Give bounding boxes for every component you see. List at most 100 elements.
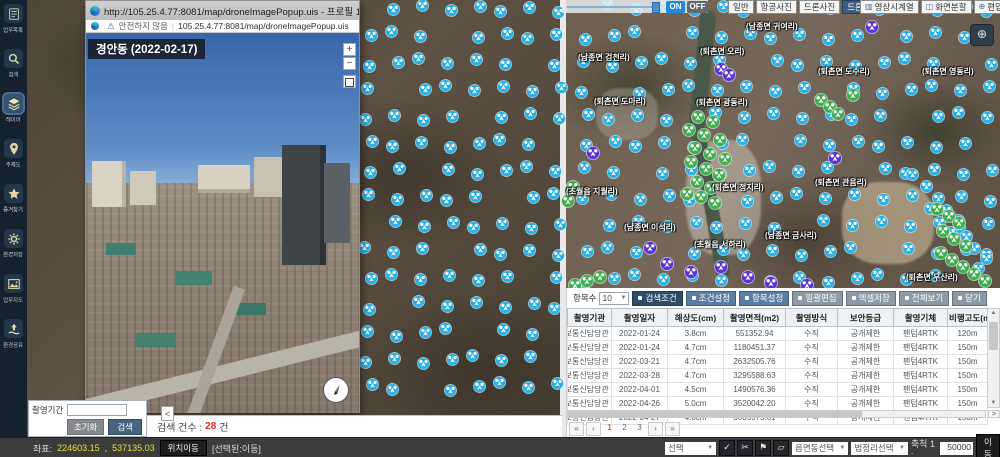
panel-collapse-button[interactable]: < <box>161 406 174 421</box>
opacity-slider-handle[interactable] <box>652 2 660 13</box>
pager-nav[interactable]: ‹ <box>586 422 601 436</box>
fullscreen-button[interactable] <box>343 75 356 88</box>
sidebar-item-5[interactable]: 즐겨찾기 <box>0 180 27 225</box>
sidebar-item-8[interactable]: 환경공유 <box>0 315 27 360</box>
map-place-label: (퇴촌면 도마리) <box>594 96 646 107</box>
table-button-항목설정[interactable]: 항목설정 <box>739 291 789 306</box>
select-dropdown[interactable]: 선택▼ <box>665 442 716 455</box>
table-row[interactable]: 정보통신담당관2022-04-265.0cm3520042.20수직공개제한팬텀… <box>568 397 988 411</box>
map-tool-화면분할[interactable]: ◫화면분할 <box>921 0 972 14</box>
address-bar[interactable]: ⚠ 안전하지 않음 | 105.25.4.77:8081/map/droneIm… <box>86 20 359 33</box>
table-row[interactable]: 정보통신담당관2022-03-214.7cm2632505.76수직공개제한팬텀… <box>568 355 988 369</box>
table-cell: 4.7cm <box>668 341 724 355</box>
column-header[interactable]: 비행고도(m) <box>948 309 988 327</box>
scale-input[interactable]: 50000 <box>940 442 973 455</box>
map-mode-항공사진[interactable]: 항공사진 <box>756 0 797 14</box>
sidebar-item-3[interactable]: 레이어 <box>0 90 27 135</box>
opacity-slider[interactable] <box>567 6 655 8</box>
table-button-일괄편집[interactable]: 일괄편집 <box>792 291 842 306</box>
table-cell: 정보통신담당관 <box>568 369 612 383</box>
column-header[interactable]: 촬영기체 <box>894 309 948 327</box>
table-cell: 3295588.63 <box>724 369 786 383</box>
horizontal-scroll-thumb[interactable] <box>568 411 862 417</box>
popup-title-bar[interactable]: http://105.25.4.77:8081/map/droneImagePo… <box>86 1 359 20</box>
polygon-icon[interactable]: ▱ <box>773 440 789 456</box>
drone-image-popup-window[interactable]: http://105.25.4.77:8081/map/droneImagePo… <box>85 0 360 413</box>
sidebar-item-label: 검색 <box>9 70 19 78</box>
map-place-label: (남종면 검천리) <box>578 52 630 63</box>
column-header[interactable]: 해상도(cm) <box>668 309 724 327</box>
table-row[interactable]: 정보통신담당관2022-04-014.5cm1490576.36수직공개제한팬텀… <box>568 383 988 397</box>
zoom-out-button[interactable]: − <box>343 57 356 70</box>
security-warning[interactable]: 안전하지 않음 <box>119 20 168 32</box>
check-icon[interactable]: ✓ <box>719 440 735 456</box>
page-3[interactable]: 3 <box>633 422 646 434</box>
map-mode-일반[interactable]: 일반 <box>728 0 754 14</box>
table-cell: 수직 <box>786 327 838 341</box>
column-header[interactable]: 촬영기관 <box>568 309 612 327</box>
table-button-닫기[interactable]: 닫기 <box>952 291 987 306</box>
page-1[interactable]: 1 <box>603 422 616 434</box>
map-tool-편입토지[interactable]: ⊕편입토지 <box>974 0 1000 14</box>
zoom-in-button[interactable]: + <box>343 43 356 56</box>
layer-on-button[interactable]: ON <box>666 1 685 13</box>
split-screen-icon: ◫ <box>926 1 934 13</box>
table-button-엑셀저장[interactable]: 엑셀저장 <box>846 291 896 306</box>
pager-nav[interactable]: › <box>648 422 663 436</box>
column-header[interactable]: 촬영면적(m2) <box>724 309 786 327</box>
vertical-scroll-thumb[interactable] <box>989 322 998 350</box>
table-row[interactable]: 정보통신담당관2022-01-243.8cm551352.94수직공개제한팬텀4… <box>568 327 988 341</box>
sidebar-item-4[interactable]: 주제도 <box>0 135 27 180</box>
layer-off-button[interactable]: OFF <box>687 1 708 13</box>
table-row[interactable]: 정보통신담당관2022-01-244.7cm1180451.37수직공개제한팬텀… <box>568 341 988 355</box>
column-header[interactable]: 보안등급 <box>838 309 894 327</box>
table-button-검색조건[interactable]: 검색조건 <box>632 291 682 306</box>
table-button-조건설정[interactable]: 조건설정 <box>686 291 736 306</box>
flag-icon[interactable]: ⚑ <box>755 440 771 456</box>
table-cell: 1490576.36 <box>724 383 786 397</box>
sidebar-item-6[interactable]: 환경저장 <box>0 225 27 270</box>
table-header-row: 촬영기관촬영일자해상도(cm)촬영면적(m2)촬영방식보안등급촬영기체비행고도(… <box>568 309 988 327</box>
period-input[interactable] <box>67 404 127 416</box>
column-header[interactable]: 촬영일자 <box>612 309 668 327</box>
table-cell: 551352.94 <box>724 327 786 341</box>
pager-nav[interactable]: « <box>569 422 584 436</box>
table-cell: 팬텀4RTK <box>894 327 948 341</box>
vertical-scrollbar[interactable]: ▲ ▼ <box>987 308 1000 408</box>
page-2[interactable]: 2 <box>618 422 631 434</box>
search-button[interactable]: 검색 <box>108 419 142 435</box>
scroll-right-button[interactable]: > <box>988 410 1000 418</box>
sidebar-item-1[interactable]: 업무목록 <box>0 0 27 45</box>
table-cell: 공개제한 <box>838 369 894 383</box>
table-row[interactable]: 정보통신담당관2022-03-284.7cm3295588.63수직공개제한팬텀… <box>568 369 988 383</box>
reset-button[interactable]: 초기화 <box>67 419 104 435</box>
table-cell: 2022-03-21 <box>612 355 668 369</box>
pager-nav[interactable]: » <box>665 422 680 436</box>
sidebar-item-7[interactable]: 업무지도 <box>0 270 27 315</box>
map-place-label: (남종면 귀여리) <box>746 21 798 32</box>
url-text[interactable]: 105.25.4.77:8081/map/droneImagePopup.uis <box>178 21 349 31</box>
teal-roof <box>176 271 212 285</box>
map-mode-드론사진[interactable]: 드론사진 <box>799 0 840 14</box>
compass-control[interactable] <box>323 377 349 403</box>
horizontal-scrollbar[interactable] <box>567 410 986 418</box>
column-header[interactable]: 촬영방식 <box>786 309 838 327</box>
scroll-up-icon[interactable]: ▲ <box>988 310 999 316</box>
map-place-label: (초월읍 서하리) <box>694 239 746 250</box>
scroll-down-icon[interactable]: ▼ <box>988 400 999 406</box>
photo-table[interactable]: 촬영기관촬영일자해상도(cm)촬영면적(m2)촬영방식보안등급촬영기체비행고도(… <box>567 308 988 425</box>
go-button[interactable]: 이동 <box>976 434 1000 457</box>
favorites-icon <box>4 184 23 203</box>
emd-select-dropdown[interactable]: 읍면동선택▼ <box>792 442 848 455</box>
item-count-select[interactable]: 10▼ <box>599 292 629 305</box>
bullet-icon <box>638 296 642 300</box>
table-button-전체보기[interactable]: 전체보기 <box>899 291 949 306</box>
map-tool-영상시계열[interactable]: ▥영상시계열 <box>860 0 919 14</box>
multi-check-icon[interactable]: ✂ <box>737 440 753 456</box>
map-place-label: (남종면 금사리) <box>765 230 817 241</box>
globe-layer-button[interactable]: ⊕ <box>970 24 994 46</box>
move-to-location-button[interactable]: 위치이동 <box>160 440 207 456</box>
sidebar-item-2[interactable]: 검색 <box>0 45 27 90</box>
ri-select-dropdown[interactable]: 법정리선택▼ <box>851 442 907 455</box>
drone-photo[interactable]: 경안동 (2022-02-17) + − <box>86 33 359 413</box>
